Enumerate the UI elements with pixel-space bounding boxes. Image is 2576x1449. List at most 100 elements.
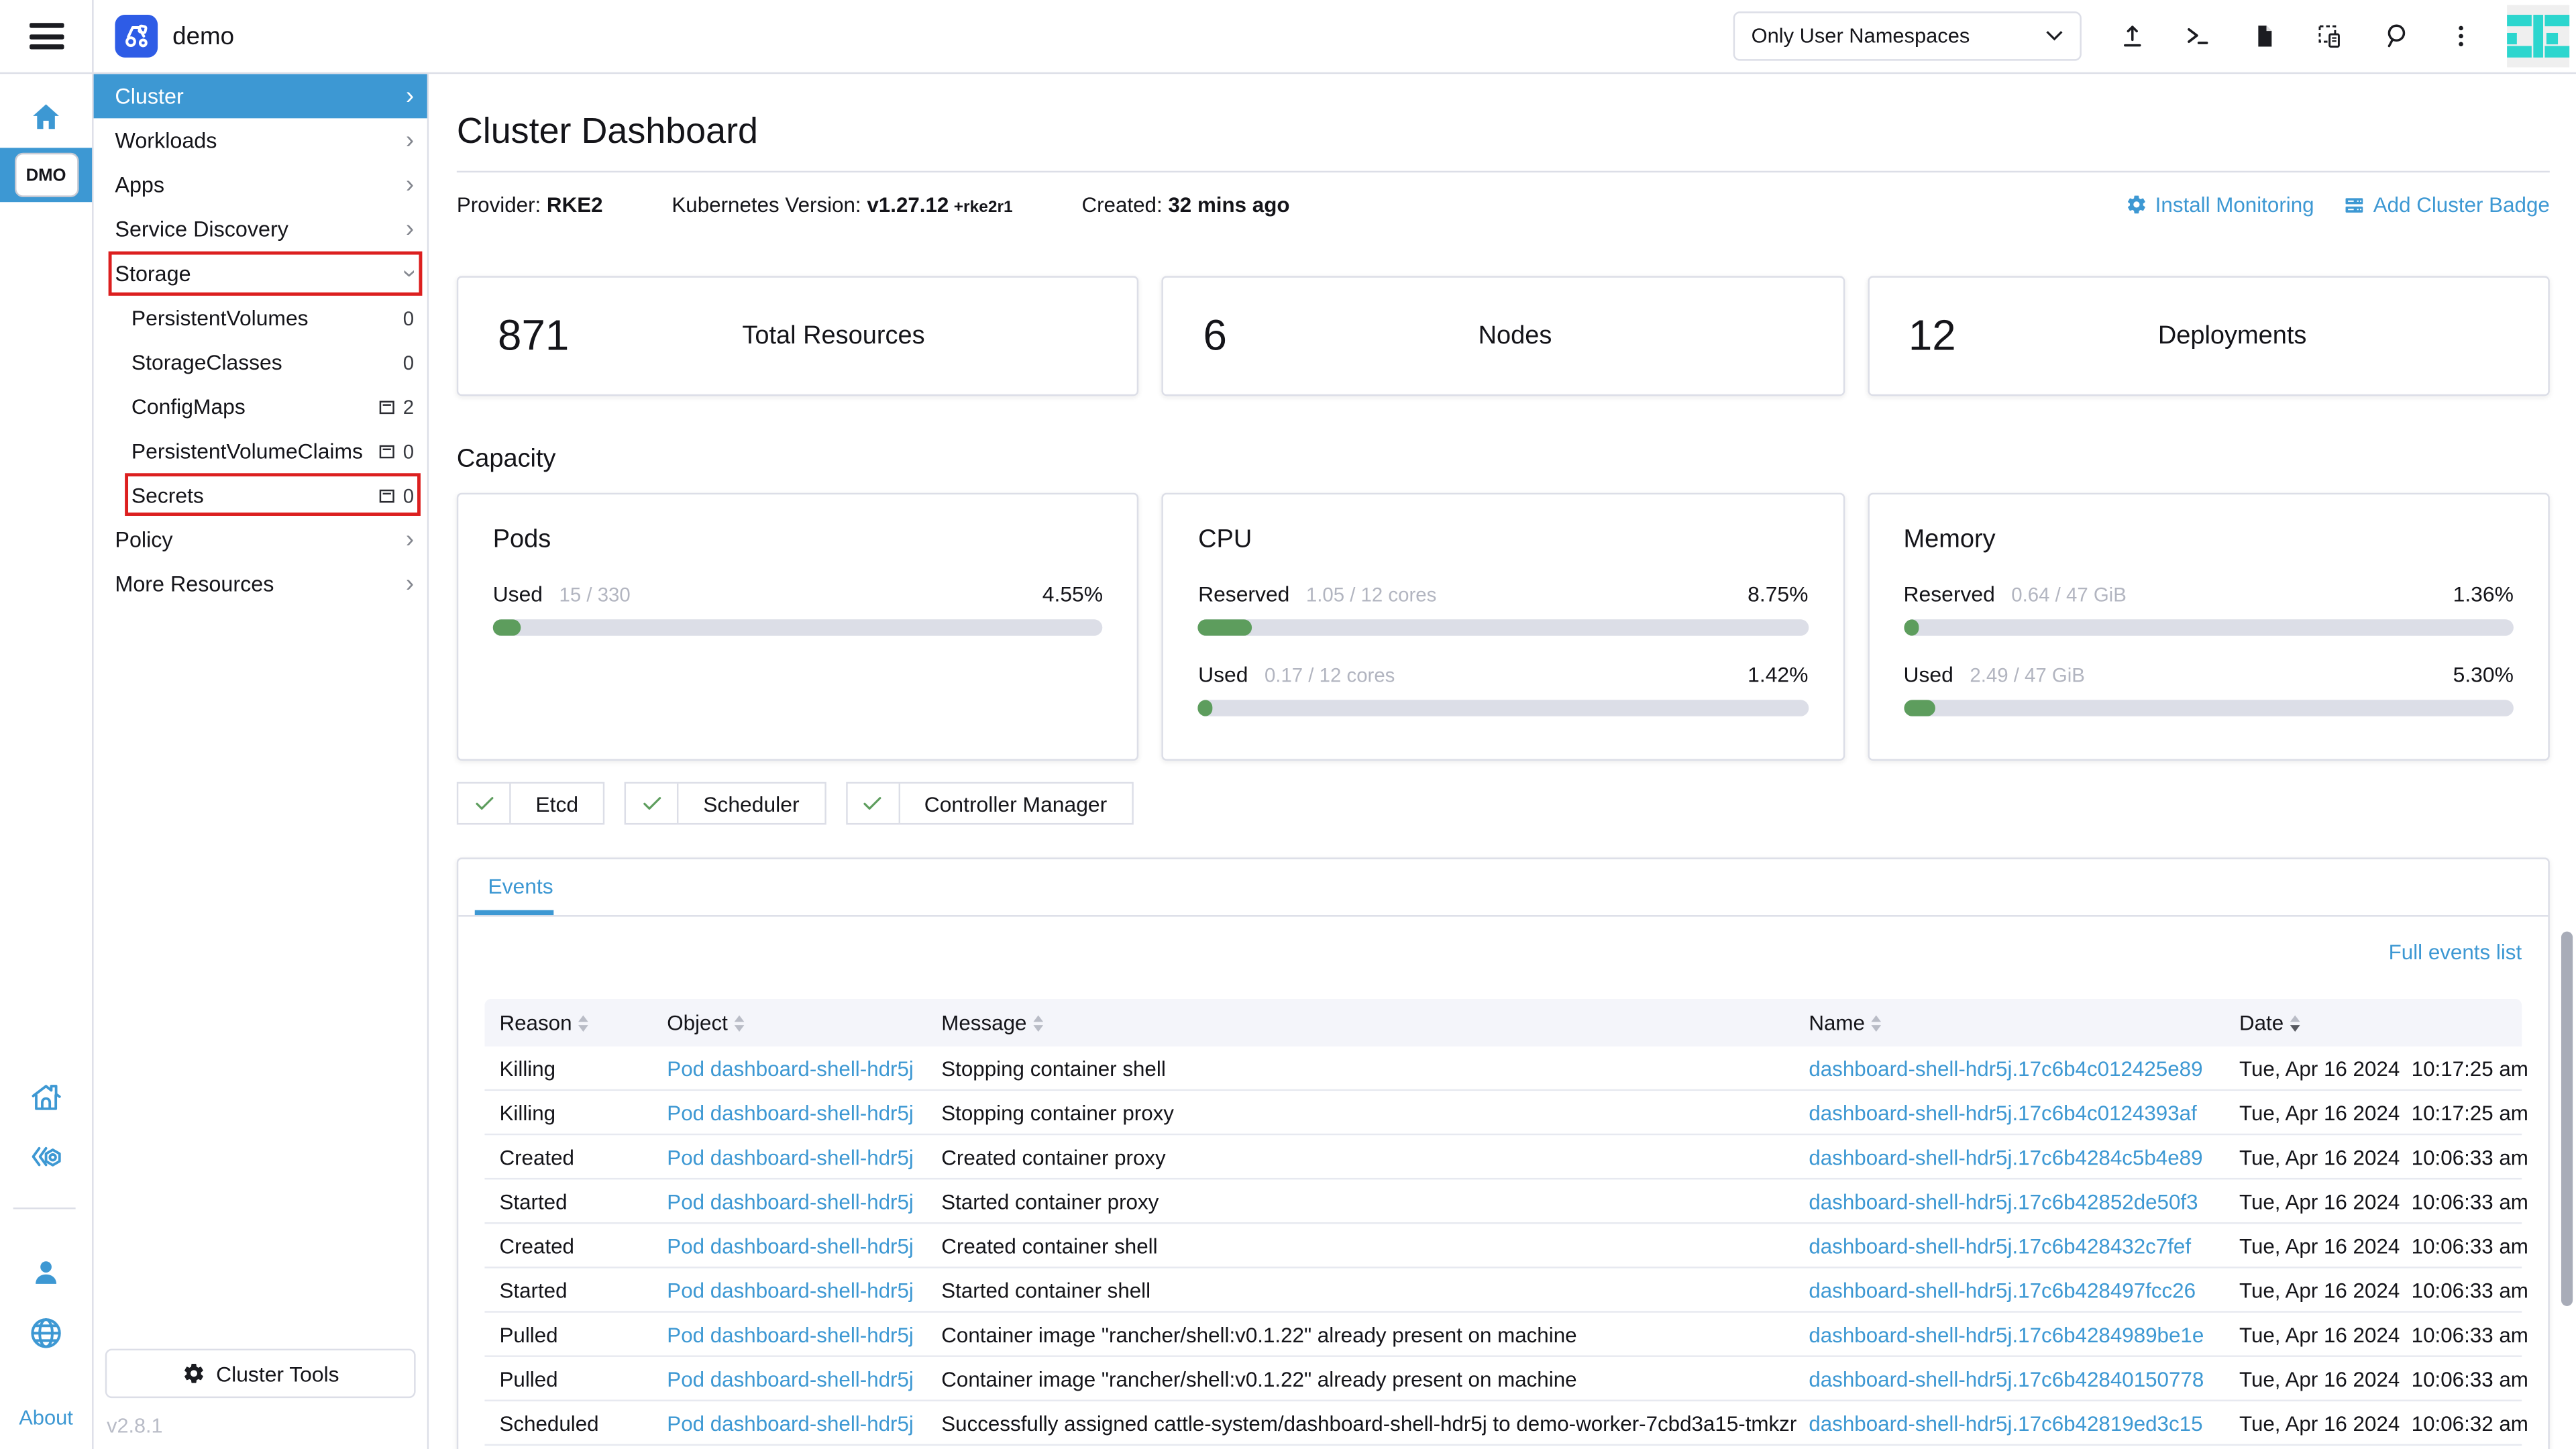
sidebar-item-configmaps[interactable]: ConfigMaps 2 [94, 384, 427, 429]
cluster-badge-avatar[interactable]: DMO [14, 153, 78, 197]
event-row: StartedPod dashboard-shell-hdr5jStarted … [484, 1179, 2522, 1224]
left-rail: DMO About [0, 72, 94, 1449]
object-link[interactable]: Pod dashboard-shell-hdr5j [667, 1410, 941, 1435]
object-link[interactable]: Pod dashboard-shell-hdr5j [667, 1277, 941, 1302]
event-row: CreatedPod dashboard-shell-hdr5jCreated … [484, 1224, 2522, 1268]
namespace-icon [378, 444, 396, 458]
event-name-link[interactable]: dashboard-shell-hdr5j.17c6b4c012425e89 [1809, 1055, 2239, 1080]
cluster-tools-button[interactable]: Cluster Tools [105, 1349, 416, 1398]
sidebar-item-policy[interactable]: Policy› [94, 517, 427, 561]
pods-title: Pods [493, 526, 1103, 555]
memory-reserved-metric: Reserved 0.64 / 47 GiB 1.36% [1904, 582, 2514, 636]
install-monitoring-link[interactable]: Install Monitoring [2126, 193, 2314, 217]
component-status-badges: Etcd Scheduler Controller Manager [457, 782, 2576, 825]
sidebar-item-service-discovery[interactable]: Service Discovery› [94, 207, 427, 252]
event-row: KillingPod dashboard-shell-hdr5jStopping… [484, 1046, 2522, 1091]
gear-icon [182, 1362, 205, 1385]
main-content: Cluster Dashboard Provider: RKE2 Kuberne… [429, 72, 2576, 1449]
total-resources-value: 871 [498, 311, 569, 362]
column-header-reason[interactable]: Reason [499, 1010, 667, 1035]
object-link[interactable]: Pod dashboard-shell-hdr5j [667, 1366, 941, 1391]
page-scrollbar-thumb[interactable] [2561, 932, 2573, 1306]
pods-capacity-card: Pods Used 15 / 330 4.55% [457, 493, 1139, 761]
event-row: KillingPod dashboard-shell-hdr5jStopping… [484, 1091, 2522, 1135]
search-icon[interactable] [2381, 21, 2410, 51]
fleet-icon[interactable] [27, 1138, 64, 1175]
memory-capacity-card: Memory Reserved 0.64 / 47 GiB 1.36% Used… [1868, 493, 2550, 761]
column-header-name[interactable]: Name [1809, 1010, 2239, 1035]
event-name-link[interactable]: dashboard-shell-hdr5j.17c6b428497fcc26 [1809, 1277, 2239, 1302]
scheduler-status-badge: Scheduler [625, 782, 826, 825]
cpu-capacity-card: CPU Reserved 1.05 / 12 cores 8.75% Used … [1162, 493, 1844, 761]
check-icon [861, 792, 883, 814]
hamburger-menu-icon[interactable] [0, 0, 94, 72]
sidebar-item-persistentvolumeclaims[interactable]: PersistentVolumeClaims 0 [94, 429, 427, 473]
column-header-date[interactable]: Date [2239, 1010, 2522, 1035]
summary-cards: 871 Total Resources 6 Nodes 12 Deploymen… [457, 276, 2550, 396]
top-bar: demo Only User Namespaces [0, 0, 2576, 74]
event-name-link[interactable]: dashboard-shell-hdr5j.17c6b428432c7fef [1809, 1233, 2239, 1258]
namespace-icon [378, 400, 396, 413]
home-icon[interactable] [28, 100, 64, 133]
sort-icon-active [2290, 1014, 2300, 1030]
event-name-link[interactable]: dashboard-shell-hdr5j.17c6b4284c5b4e89 [1809, 1144, 2239, 1169]
upload-icon[interactable] [2118, 21, 2147, 51]
event-name-link[interactable]: dashboard-shell-hdr5j.17c6b4c0124393af [1809, 1100, 2239, 1125]
event-row: PulledPod dashboard-shell-hdr5jContainer… [484, 1357, 2522, 1401]
event-name-link[interactable]: dashboard-shell-hdr5j.17c6b42852de50f3 [1809, 1189, 2239, 1214]
docs-file-icon[interactable] [2249, 21, 2279, 51]
add-cluster-badge-link[interactable]: Add Cluster Badge [2342, 193, 2550, 217]
object-link[interactable]: Pod dashboard-shell-hdr5j [667, 1322, 941, 1346]
version-label: v2.8.1 [107, 1415, 162, 1438]
sidebar-item-more-resources[interactable]: More Resources› [94, 562, 427, 606]
column-header-object[interactable]: Object [667, 1010, 941, 1035]
import-yaml-icon[interactable] [2315, 21, 2345, 51]
object-link[interactable]: Pod dashboard-shell-hdr5j [667, 1144, 941, 1169]
object-link[interactable]: Pod dashboard-shell-hdr5j [667, 1100, 941, 1125]
object-link[interactable]: Pod dashboard-shell-hdr5j [667, 1233, 941, 1258]
memory-reserved-progressbar [1904, 619, 2514, 635]
sidebar-item-storage[interactable]: Storage› [94, 252, 427, 296]
chevron-right-icon: › [406, 84, 414, 109]
cluster-name: demo [172, 22, 234, 50]
provider-info: Provider: RKE2 [457, 193, 603, 217]
kubectl-shell-icon[interactable] [2184, 21, 2213, 51]
cpu-used-progressbar [1198, 700, 1808, 716]
object-link[interactable]: Pod dashboard-shell-hdr5j [667, 1189, 941, 1214]
kebab-menu-icon[interactable] [2447, 21, 2476, 51]
sidebar-item-secrets[interactable]: Secrets 0 [94, 473, 427, 517]
cpu-reserved-metric: Reserved 1.05 / 12 cores 8.75% [1198, 582, 1808, 636]
cluster-manager-logo-icon[interactable] [115, 15, 158, 58]
brand-logo-icon [2507, 5, 2569, 67]
namespace-filter-select[interactable]: Only User Namespaces [1733, 11, 2082, 60]
event-row: PulledPod dashboard-shell-hdr5jContainer… [484, 1313, 2522, 1357]
sidebar-item-cluster[interactable]: Cluster› [94, 74, 427, 118]
user-icon[interactable] [29, 1255, 63, 1289]
event-name-link[interactable]: dashboard-shell-hdr5j.17c6b42840150778 [1809, 1366, 2239, 1391]
events-table: Reason Object Message Name Date KillingP… [484, 999, 2522, 1446]
globe-icon[interactable] [27, 1314, 64, 1352]
events-tabbar: Events [458, 859, 2548, 917]
harvester-barn-icon[interactable] [28, 1079, 64, 1116]
column-header-message[interactable]: Message [941, 1010, 1809, 1035]
chevron-right-icon: › [406, 572, 414, 596]
event-name-link[interactable]: dashboard-shell-hdr5j.17c6b42819ed3c15 [1809, 1410, 2239, 1435]
event-name-link[interactable]: dashboard-shell-hdr5j.17c6b4284989be1e [1809, 1322, 2239, 1346]
object-link[interactable]: Pod dashboard-shell-hdr5j [667, 1055, 941, 1080]
full-events-list-link[interactable]: Full events list [2389, 940, 2522, 965]
memory-used-progressbar [1904, 700, 2514, 716]
sidebar-item-apps[interactable]: Apps› [94, 162, 427, 207]
title-divider [457, 171, 2550, 172]
sidebar-item-workloads[interactable]: Workloads› [94, 118, 427, 162]
pods-used-progressbar [493, 619, 1103, 635]
tab-events[interactable]: Events [488, 874, 553, 899]
sidebar-item-storageclasses[interactable]: StorageClasses 0 [94, 340, 427, 384]
chevron-right-icon: › [406, 128, 414, 153]
nodes-value: 6 [1203, 311, 1226, 362]
sort-icon [1033, 1014, 1043, 1030]
pods-used-metric: Used 15 / 330 4.55% [493, 582, 1103, 636]
event-row: StartedPod dashboard-shell-hdr5jStarted … [484, 1269, 2522, 1313]
rancher-cluster-dashboard: demo Only User Namespaces [0, 0, 2576, 1449]
sidebar-item-persistentvolumes[interactable]: PersistentVolumes 0 [94, 296, 427, 340]
about-link[interactable]: About [0, 1406, 92, 1429]
